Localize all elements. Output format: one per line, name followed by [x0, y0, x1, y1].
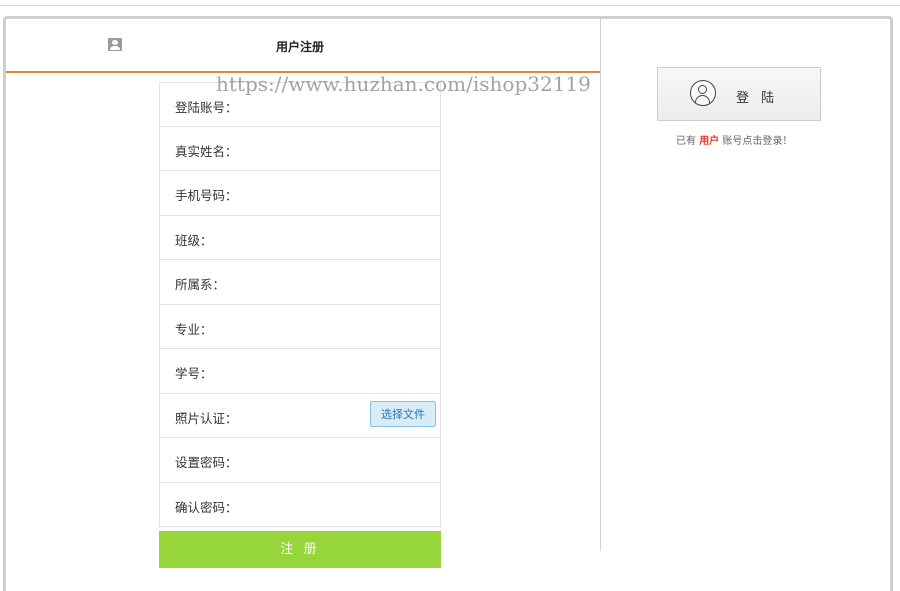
confirm-password-label: 确认密码： — [175, 499, 238, 515]
user-circle-icon-body — [695, 95, 710, 103]
real-name-label: 真实姓名： — [175, 143, 238, 159]
register-form: 登陆账号： 真实姓名： 手机号码： 班级： 所属系： 专业： 学号： 照片认证：… — [159, 82, 441, 527]
major-input[interactable] — [250, 314, 434, 339]
watermark-text: https://www.huzhan.com/ishop32119 — [216, 72, 591, 96]
password-input[interactable] — [250, 448, 434, 472]
real-name-input[interactable] — [250, 136, 434, 161]
department-label: 所属系： — [175, 277, 226, 292]
photo-label: 照片认证： — [175, 410, 238, 426]
login-button[interactable]: 登 陆 — [657, 67, 821, 121]
form-row-confirm-password[interactable]: 确认密码： — [159, 482, 441, 527]
form-row-photo: 照片认证： 选择文件 — [159, 393, 441, 438]
form-row-real-name[interactable]: 真实姓名： — [159, 126, 441, 171]
confirm-password-input[interactable] — [250, 492, 434, 517]
account-label: 登陆账号： — [175, 100, 238, 115]
form-row-major[interactable]: 专业： — [159, 304, 441, 349]
form-row-phone[interactable]: 手机号码： — [159, 171, 441, 216]
form-row-class[interactable]: 班级： — [159, 215, 441, 260]
student-id-label: 学号： — [175, 366, 213, 381]
user-circle-icon — [690, 80, 716, 106]
major-label: 专业： — [175, 321, 213, 337]
account-input[interactable] — [250, 93, 434, 117]
register-submit-button[interactable]: 注 册 — [159, 531, 441, 568]
class-label: 班级： — [175, 232, 213, 248]
login-hint-user-link[interactable]: 用户 — [699, 136, 719, 147]
form-row-department[interactable]: 所属系： — [159, 260, 441, 305]
phone-label: 手机号码： — [175, 188, 238, 203]
tab-title[interactable]: 用户注册 — [240, 38, 360, 55]
password-label: 设置密码： — [175, 455, 238, 470]
login-hint: 已有 用户 账号点击登录！ — [676, 132, 792, 147]
login-button-label: 登 陆 — [736, 91, 779, 106]
form-row-student-id[interactable]: 学号： — [159, 349, 441, 394]
login-hint-prefix: 已有 — [676, 136, 696, 147]
user-circle-icon-head — [698, 85, 707, 94]
user-icon-body — [110, 46, 120, 50]
choose-file-button[interactable]: 选择文件 — [370, 400, 436, 427]
vertical-divider — [600, 19, 601, 551]
class-input[interactable] — [250, 225, 434, 250]
user-icon-head — [112, 40, 118, 45]
department-input[interactable] — [250, 270, 434, 294]
form-row-password[interactable]: 设置密码： — [159, 438, 441, 483]
top-divider — [0, 5, 900, 6]
user-icon — [108, 38, 122, 51]
student-id-input[interactable] — [250, 359, 434, 383]
phone-input[interactable] — [250, 181, 434, 205]
login-hint-suffix: 账号点击登录！ — [722, 136, 793, 147]
